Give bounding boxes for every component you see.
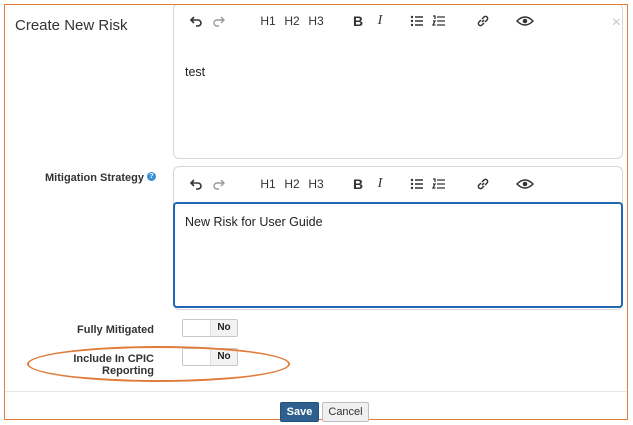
dialog-title: Create New Risk (15, 17, 128, 34)
italic-button[interactable]: I (370, 173, 390, 195)
bullet-list-icon[interactable] (406, 10, 428, 32)
description-editor: H1 H2 H3 B I test (173, 5, 623, 159)
undo-icon[interactable] (186, 173, 206, 195)
mitigation-strategy-label: Mitigation Strategy? (45, 172, 157, 184)
mitigation-toolbar: H1 H2 H3 B I (174, 167, 622, 201)
highlight-annotation (27, 346, 290, 382)
save-button[interactable]: Save (280, 402, 319, 422)
fully-mitigated-toggle[interactable]: No (182, 319, 238, 337)
mitigation-textarea[interactable]: New Risk for User Guide (173, 202, 623, 308)
close-icon[interactable]: × (612, 15, 621, 31)
help-icon[interactable]: ? (147, 172, 157, 181)
cancel-button[interactable]: Cancel (322, 402, 369, 422)
undo-icon[interactable] (186, 10, 206, 32)
numbered-list-icon[interactable] (428, 10, 450, 32)
mitigation-strategy-text: Mitigation Strategy (45, 172, 145, 184)
bold-button[interactable]: B (346, 173, 370, 195)
redo-icon[interactable] (206, 173, 232, 195)
italic-button[interactable]: I (370, 10, 390, 32)
numbered-list-icon[interactable] (428, 173, 450, 195)
bold-button[interactable]: B (346, 10, 370, 32)
dialog-body[interactable]: H1 H2 H3 B I test Mitigation Strategy ? … (5, 5, 627, 385)
mitigation-editor: H1 H2 H3 B I New Risk for User Guide (173, 166, 623, 310)
create-risk-dialog: Create New Risk × H1 H2 H3 B I test Miti… (4, 4, 628, 422)
heading-1-button[interactable]: H1 (256, 10, 280, 32)
heading-2-button[interactable]: H2 (280, 173, 304, 195)
preview-eye-icon[interactable] (514, 10, 536, 32)
redo-icon[interactable] (206, 10, 232, 32)
link-icon[interactable] (472, 173, 494, 195)
link-icon[interactable] (472, 10, 494, 32)
heading-1-button[interactable]: H1 (256, 173, 280, 195)
bullet-list-icon[interactable] (406, 173, 428, 195)
heading-3-button[interactable]: H3 (304, 10, 328, 32)
preview-eye-icon[interactable] (514, 173, 536, 195)
fully-mitigated-label: Fully Mitigated (77, 324, 154, 336)
description-toolbar: H1 H2 H3 B I (174, 5, 622, 38)
mitigation-text: New Risk for User Guide (185, 215, 323, 229)
toggle-value: No (211, 320, 237, 336)
heading-3-button[interactable]: H3 (304, 173, 328, 195)
heading-2-button[interactable]: H2 (280, 10, 304, 32)
description-text[interactable]: test (185, 65, 205, 79)
toggle-knob (183, 320, 211, 336)
footer-divider (5, 391, 627, 392)
